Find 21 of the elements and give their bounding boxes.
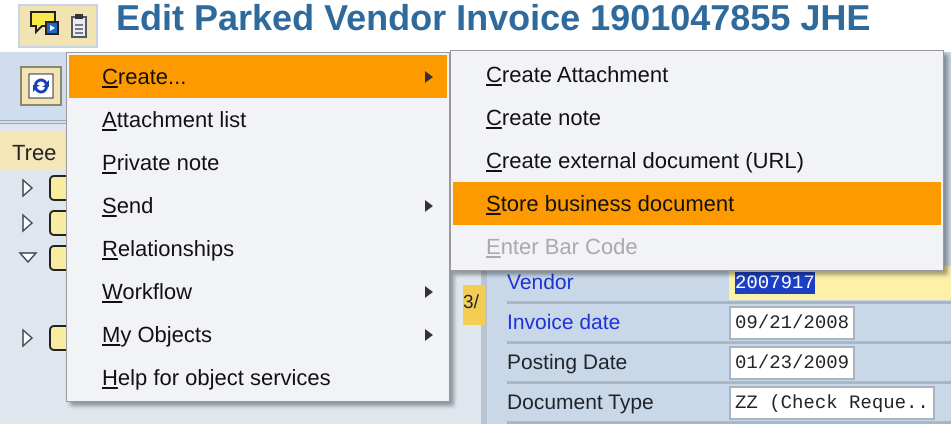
menu-item[interactable]: Create... [69, 55, 447, 98]
field-label: Posting Date [507, 350, 628, 376]
field-label: Invoice date [507, 310, 622, 336]
menu-item[interactable]: Send [69, 184, 447, 227]
input-field[interactable]: ZZ (Check Reque.. [729, 386, 935, 420]
menu-item[interactable]: Workflow [69, 270, 447, 313]
input-field[interactable]: 01/23/2009 [729, 346, 856, 380]
menu-item[interactable]: Store business document [453, 182, 941, 225]
menu-item[interactable]: Create Attachment [453, 53, 941, 96]
field-label: Document Type [507, 390, 655, 416]
services-toolbar-button[interactable] [18, 4, 98, 48]
menu-item[interactable]: Relationships [69, 227, 447, 270]
field-label: Vendor [507, 270, 575, 296]
window-title: Edit Parked Vendor Invoice 1901047855 JHE [116, 0, 870, 36]
clipboard-icon [70, 13, 88, 39]
menu-item[interactable]: Help for object services [69, 356, 447, 399]
table-cell: 3/ [463, 285, 485, 325]
menu-item[interactable]: My Objects [69, 313, 447, 356]
refresh-button[interactable] [20, 66, 62, 106]
refresh-icon [26, 71, 56, 101]
input-field[interactable]: 09/21/2008 [729, 306, 856, 340]
